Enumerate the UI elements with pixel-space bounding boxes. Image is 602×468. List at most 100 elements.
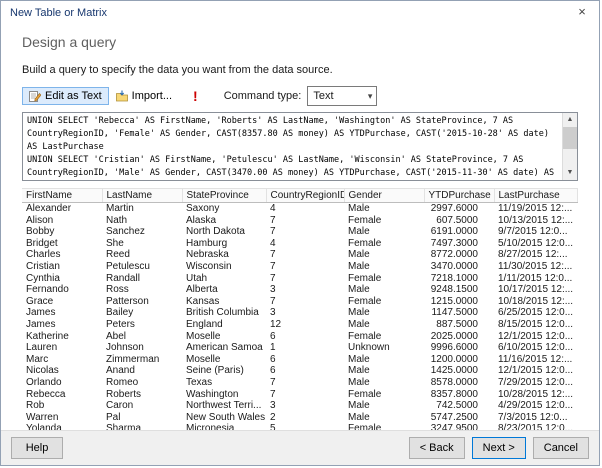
table-cell: 11/16/2015 12:...	[498, 353, 573, 365]
command-type-label: Command type:	[223, 90, 302, 102]
column-header[interactable]: LastPurchase	[494, 188, 578, 203]
table-cell: Petulescu	[106, 260, 150, 272]
help-button[interactable]: Help	[11, 437, 63, 459]
column-header[interactable]: YTDPurchase	[424, 188, 495, 203]
table-cell: 10/18/2015 12:...	[498, 295, 574, 307]
dialog-content: Design a query Build a query to specify …	[1, 34, 599, 434]
table-cell: Pal	[106, 411, 121, 423]
close-icon[interactable]: ×	[565, 1, 599, 23]
table-cell: 12/1/2015 12:0...	[498, 330, 574, 342]
table-row[interactable]: Fernando Ross Alberta 3 Male 9248.1500 10/17/2…	[22, 284, 578, 296]
table-cell: Bailey	[106, 307, 134, 319]
table-row[interactable]: Bobby Sanchez North Dakota 7 Male 6191.0000 9/…	[22, 226, 578, 238]
table-cell: Male	[348, 284, 370, 296]
table-cell: Bobby	[26, 226, 55, 238]
table-row[interactable]: James Peters England 12 Male 887.5000 8/15/201…	[22, 319, 578, 331]
edit-as-text-label: Edit as Text	[45, 90, 102, 102]
table-cell: New South Wales	[186, 411, 266, 423]
scroll-up-icon[interactable]: ▲	[563, 113, 577, 127]
table-row[interactable]: Alexander Martin Saxony 4 Male 2997.6000 11/19…	[22, 203, 578, 215]
import-button[interactable]: Import...	[109, 87, 179, 105]
table-row[interactable]: Bridget She Hamburg 4 Female 7497.3000 5/10/20…	[22, 238, 578, 250]
table-cell: 2	[270, 411, 276, 423]
table-cell: Utah	[186, 272, 208, 284]
page-subtitle: Build a query to specify the data you wa…	[22, 64, 333, 76]
table-row[interactable]: Lauren Johnson American Samoa 1 Unknown 9996.…	[22, 342, 578, 354]
table-row[interactable]: Warren Pal New South Wales 2 Male 5747.2500 7/…	[22, 412, 578, 424]
table-cell: 5/10/2015 12:0...	[498, 237, 574, 249]
scroll-down-icon[interactable]: ▼	[563, 166, 577, 180]
column-header[interactable]: FirstName	[22, 188, 103, 203]
column-header[interactable]: CountryRegionID	[266, 188, 345, 203]
table-row[interactable]: Grace Patterson Kansas 7 Female 1215.0000 10/1…	[22, 296, 578, 308]
next-button[interactable]: Next >	[471, 437, 526, 459]
column-header[interactable]: LastName	[102, 188, 183, 203]
table-row[interactable]: Nicolas Anand Seine (Paris) 6 Male 1425.0000 1…	[22, 365, 578, 377]
table-cell: American Samoa	[186, 342, 263, 354]
run-query-button[interactable]: !	[193, 89, 198, 104]
table-cell: Texas	[186, 376, 213, 388]
table-cell: 7	[270, 272, 276, 284]
table-cell: England	[186, 318, 223, 330]
table-cell: Peters	[106, 318, 135, 330]
table-cell: Seine (Paris)	[186, 365, 244, 377]
table-row[interactable]: Katherine Abel Moselle 6 Female 2025.0000 12/1…	[22, 331, 578, 343]
table-cell: Male	[348, 365, 370, 377]
table-cell: 10/28/2015 12:...	[498, 388, 574, 400]
edit-as-text-button[interactable]: Edit as Text	[22, 87, 109, 105]
table-row[interactable]: Charles Reed Nebraska 7 Male 8772.0000 8/27/20…	[22, 249, 578, 261]
table-cell: Caron	[106, 400, 134, 412]
column-header[interactable]: StateProvince	[182, 188, 267, 203]
table-cell: 11/30/2015 12:...	[498, 260, 573, 272]
import-label: Import...	[131, 90, 173, 102]
table-cell: Ross	[106, 284, 129, 296]
table-cell: Charles	[26, 249, 61, 261]
table-row[interactable]: James Bailey British Columbia 3 Male 1147.500…	[22, 307, 578, 319]
command-type-value: Text	[313, 90, 334, 102]
table-row[interactable]: Marc Zimmerman Moselle 6 Male 1200.0000 11/16/…	[22, 354, 578, 366]
cancel-button[interactable]: Cancel	[532, 437, 589, 459]
table-cell: 1/11/2015 12:0...	[498, 272, 573, 284]
table-cell: Orlando	[26, 376, 62, 388]
table-row[interactable]: Rebecca Roberts Washington 7 Female 8357.8000…	[22, 389, 578, 401]
title-bar[interactable]: New Table or Matrix ×	[1, 1, 599, 25]
scrollbar-thumb[interactable]	[563, 127, 577, 149]
table-cell: Abel	[106, 330, 127, 342]
table-cell: 7	[270, 388, 276, 400]
table-cell: Cynthia	[26, 272, 60, 284]
table-row[interactable]: Alison Nath Alaska 7 Female 607.5000 10/13/201…	[22, 215, 578, 227]
scrollbar-track[interactable]	[563, 149, 577, 166]
table-row[interactable]: Cristian Petulescu Wisconsin 7 Male 3470.0000…	[22, 261, 578, 273]
table-row[interactable]: Cynthia Randall Utah 7 Female 7218.1000 1/11/2…	[22, 273, 578, 285]
table-cell: 6/25/2015 12:0...	[498, 307, 574, 319]
table-cell: Anand	[106, 365, 135, 377]
table-cell: Reed	[106, 249, 130, 261]
table-cell: 607.5000	[436, 214, 478, 226]
table-cell: 2997.6000	[430, 203, 478, 214]
table-cell: Sanchez	[106, 226, 145, 238]
table-cell: Moselle	[186, 353, 221, 365]
table-cell: 5747.2500	[430, 411, 478, 423]
table-cell: 10/13/2015 12:...	[498, 214, 574, 226]
table-row[interactable]: Rob Caron Northwest Terri... 3 Male 742.5000 4…	[22, 400, 578, 412]
edit-text-icon	[29, 90, 42, 102]
query-scrollbar[interactable]: ▲ ▼	[562, 113, 577, 180]
table-row[interactable]: Orlando Romeo Texas 7 Male 8578.0000 7/29/2015…	[22, 377, 578, 389]
table-cell: Wisconsin	[186, 260, 232, 272]
table-cell: 6	[270, 353, 276, 365]
table-cell: Alberta	[186, 284, 218, 296]
table-cell: Male	[348, 249, 370, 261]
command-type-select[interactable]: Text ▾	[307, 86, 378, 106]
table-cell: Cristian	[26, 260, 60, 272]
table-cell: 7	[270, 376, 276, 388]
table-cell: 12	[270, 318, 282, 330]
table-cell: 4	[270, 203, 276, 214]
table-cell: 9996.6000	[430, 342, 478, 354]
query-editor[interactable]: UNION SELECT 'Rebecca' AS FirstName, 'Ro…	[22, 112, 578, 181]
column-header[interactable]: Gender	[344, 188, 425, 203]
back-button[interactable]: < Back	[408, 437, 465, 459]
table-cell: Alexander	[26, 203, 72, 214]
table-cell: Zimmerman	[106, 353, 160, 365]
table-cell: 7/3/2015 12:0...	[498, 411, 568, 423]
results-grid: FirstName LastName StateProvince CountryReg…	[22, 188, 578, 434]
